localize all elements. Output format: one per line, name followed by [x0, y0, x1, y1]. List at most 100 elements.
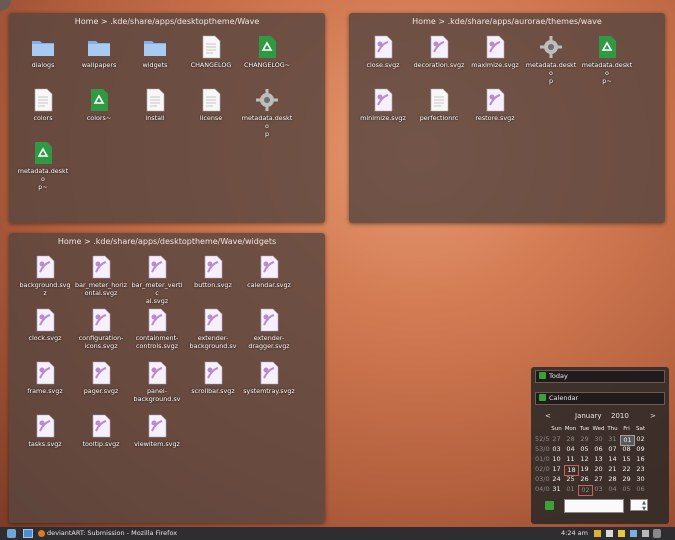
date-input[interactable] [564, 499, 624, 513]
calendar-bar[interactable]: Calendar [535, 392, 665, 405]
calendar-day[interactable]: 29 [578, 435, 591, 444]
calendar-day[interactable]: 08 [620, 445, 633, 454]
desktop-file-item[interactable]: background.svg z [18, 255, 72, 297]
calendar-small-icon[interactable] [545, 501, 554, 510]
desktop-file-item[interactable]: metadata.deskto p [240, 88, 294, 138]
calendar-day[interactable]: 04 [606, 485, 619, 494]
calendar-day[interactable]: 28 [564, 435, 577, 444]
calendar-day[interactable]: 31 [550, 485, 563, 494]
desktop-file-item[interactable]: install [128, 88, 182, 122]
calendar-day[interactable]: 02 [578, 485, 593, 496]
calendar-day[interactable]: 27 [592, 475, 605, 484]
desktop-file-item[interactable]: perfectionrc [412, 88, 466, 122]
calendar-day[interactable]: 24 [550, 475, 563, 484]
desktop-file-item[interactable]: clock.svgz [18, 308, 72, 342]
desktop-file-item[interactable]: containment- controls.svgz [130, 308, 184, 350]
desktop-file-item[interactable]: metadata.deskto p~ [16, 141, 70, 191]
calendar-day[interactable]: 06 [592, 445, 605, 454]
desktop-file-item[interactable]: frame.svgz [18, 361, 72, 395]
calendar-day[interactable]: 09 [634, 445, 647, 454]
desktop-file-item[interactable]: extender- background.sv [186, 308, 240, 350]
calendar-day[interactable]: 26 [578, 475, 591, 484]
calendar-day[interactable]: 05 [620, 485, 633, 494]
folderview-title[interactable]: Home > .kde/share/apps/desktoptheme/Wave… [9, 237, 325, 246]
calendar-day[interactable]: 10 [550, 455, 563, 464]
prev-month-button[interactable]: < [545, 412, 551, 420]
week-spinbox[interactable]: ▲ ▼ [630, 499, 648, 512]
year-label[interactable]: 2010 [611, 412, 629, 420]
calendar-day[interactable]: 23 [634, 465, 647, 474]
desktop-file-item[interactable]: minimize.svgz [356, 88, 410, 122]
desktop-file-item[interactable]: button.svgz [186, 255, 240, 289]
calendar-day[interactable]: 21 [606, 465, 619, 474]
desktop-file-item[interactable]: tasks.svgz [18, 414, 72, 448]
desktop-file-item[interactable]: widgets [128, 35, 182, 69]
task-firefox[interactable]: deviantART: Submission - Mozilla Firefox [47, 527, 177, 540]
month-label[interactable]: January [575, 412, 602, 420]
desktop-file-item[interactable]: CHANGELOG~ [240, 35, 294, 69]
calendar-day[interactable]: 28 [606, 475, 619, 484]
desktop-file-item[interactable]: tooltip.svgz [74, 414, 128, 448]
calendar-day[interactable]: 11 [564, 455, 577, 464]
desktop-file-item[interactable]: systemtray.svgz [242, 361, 296, 395]
calendar-day[interactable]: 17 [550, 465, 563, 474]
desktop-file-item[interactable]: extender- dragger.svgz [242, 308, 296, 350]
desktop-file-item[interactable]: restore.svgz [468, 88, 522, 122]
calendar-day[interactable]: 22 [620, 465, 633, 474]
calendar-day[interactable]: 19 [578, 465, 591, 474]
calendar-day[interactable]: 03 [550, 445, 563, 454]
calendar-day[interactable]: 01 [564, 485, 577, 494]
calendar-day[interactable]: 12 [578, 455, 591, 464]
desktop-file-item[interactable]: dialogs [16, 35, 70, 69]
clock[interactable]: 4:24 am [561, 527, 588, 540]
calendar-day[interactable]: 15 [620, 455, 633, 464]
tray-icon[interactable] [594, 530, 601, 537]
calendar-day[interactable]: 29 [620, 475, 633, 484]
desktop-file-item[interactable]: bar_meter_vertic al.svgz [130, 255, 184, 305]
folderview-title[interactable]: Home > .kde/share/apps/aurorae/themes/wa… [349, 17, 665, 26]
calendar-day[interactable]: 20 [592, 465, 605, 474]
kickoff-launcher-icon[interactable] [7, 529, 16, 538]
desktop-file-item[interactable]: colors~ [72, 88, 126, 122]
desktop-file-item[interactable]: colors [16, 88, 70, 122]
calendar-day[interactable]: 14 [606, 455, 619, 464]
calendar-day[interactable]: 25 [564, 475, 577, 484]
desktop-file-item[interactable]: metadata.deskto p [524, 35, 578, 85]
calendar-day[interactable]: 16 [634, 455, 647, 464]
next-month-button[interactable]: > [650, 412, 656, 420]
desktop-file-item[interactable]: license [184, 88, 238, 122]
desktop-file-item[interactable]: metadata.deskto p~ [580, 35, 634, 85]
calendar-day[interactable]: 04 [564, 445, 577, 454]
tray-icon[interactable] [630, 530, 637, 537]
desktop-file-item[interactable]: decoration.svgz [412, 35, 466, 69]
calendar-day[interactable]: 02 [634, 435, 647, 444]
tray-icon[interactable] [618, 530, 625, 537]
desktop-file-item[interactable]: scrollbar.svgz [186, 361, 240, 395]
desktop-toolbox-icon[interactable] [0, 0, 11, 11]
calendar-day[interactable]: 30 [592, 435, 605, 444]
calendar-day[interactable]: 03 [592, 485, 605, 494]
show-desktop-icon[interactable] [23, 529, 33, 538]
calendar-day[interactable]: 30 [634, 475, 647, 484]
desktop-file-item[interactable]: maximize.svgz [468, 35, 522, 69]
folderview-title[interactable]: Home > .kde/share/apps/desktoptheme/Wave [9, 17, 325, 26]
desktop-file-item[interactable]: CHANGELOG [184, 35, 238, 69]
calendar-day[interactable]: 06 [634, 485, 647, 494]
desktop-file-item[interactable]: bar_meter_horiz ontal.svgz [74, 255, 128, 297]
calendar-day[interactable]: 07 [606, 445, 619, 454]
calendar-day[interactable]: 31 [606, 435, 619, 444]
desktop-file-item[interactable]: panel- background.sv [130, 361, 184, 403]
desktop-file-item[interactable]: close.svgz [356, 35, 410, 69]
desktop-file-item[interactable]: configuration- icons.svgz [74, 308, 128, 350]
tray-icon[interactable] [653, 529, 661, 538]
desktop-file-item[interactable]: viewitem.svgz [130, 414, 184, 448]
calendar-day[interactable]: 05 [578, 445, 591, 454]
today-bar[interactable]: Today [535, 370, 665, 383]
desktop-file-item[interactable]: wallpapers [72, 35, 126, 69]
tray-icon[interactable] [642, 530, 649, 537]
desktop-file-item[interactable]: calendar.svgz [242, 255, 296, 289]
calendar-day[interactable]: 13 [592, 455, 605, 464]
calendar-day[interactable]: 27 [550, 435, 563, 444]
desktop-file-item[interactable]: pager.svgz [74, 361, 128, 395]
tray-icon[interactable] [606, 530, 613, 537]
